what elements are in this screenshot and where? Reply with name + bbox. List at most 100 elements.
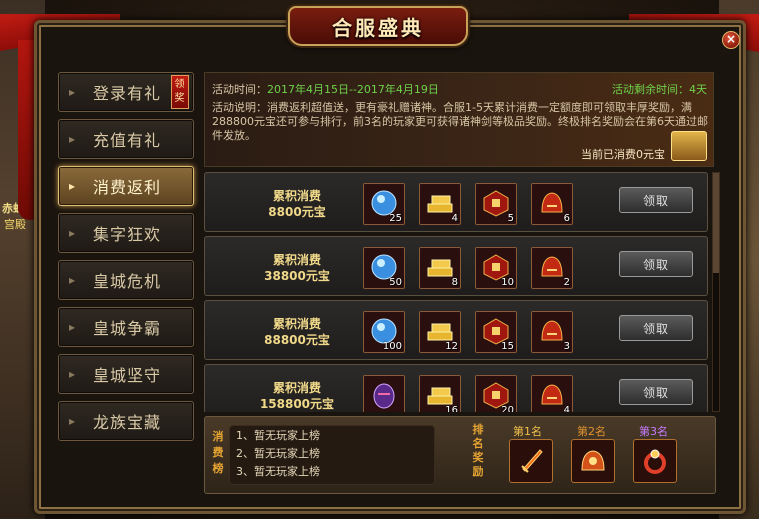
reward-title: 累积消费 [272, 189, 321, 203]
current-spend-label: 当前已消费 [581, 148, 636, 161]
tab-login-gift[interactable]: ▸ 登录有礼 领奖 [58, 72, 194, 112]
tab-spend-rebate[interactable]: ▸ 消费返利 [58, 166, 194, 206]
current-spend-value: 0元宝 [636, 148, 665, 161]
dragon-egg-icon [373, 383, 395, 409]
reward-item[interactable]: 5 [475, 183, 517, 225]
item-count: 16 [445, 405, 458, 412]
remaining-time: 活动剩余时间：4天 [612, 81, 707, 97]
chevron-right-icon: ▸ [69, 367, 77, 381]
event-info-panel: 活动时间：2017年4月15日--2017年4月19日 活动剩余时间：4天 活动… [204, 72, 714, 167]
item-count: 2 [563, 277, 570, 288]
tab-city-crisis[interactable]: ▸ 皇城危机 [58, 260, 194, 300]
item-count: 8 [451, 277, 458, 288]
place-3-reward[interactable] [633, 439, 677, 483]
item-count: 12 [445, 341, 458, 352]
chevron-right-icon: ▸ [69, 226, 77, 240]
reward-title: 累积消费 [272, 253, 321, 267]
tab-city-battle[interactable]: ▸ 皇城争霸 [58, 307, 194, 347]
rank-reward-label: 排名奖励 [472, 423, 484, 478]
tab-label: 消费返利 [93, 178, 162, 197]
tab-label: 登录有礼 [93, 84, 162, 103]
item-count: 3 [563, 341, 570, 352]
item-count: 15 [501, 341, 514, 352]
chevron-right-icon: ▸ [69, 179, 77, 193]
reward-row: 累积消费 8800元宝 25 4 5 6 领取 [204, 172, 708, 232]
reward-item[interactable] [363, 375, 405, 412]
item-count: 10 [501, 277, 514, 288]
red-helmet-icon [541, 256, 563, 277]
reward-item[interactable]: 2 [531, 247, 573, 289]
item-count: 100 [382, 341, 402, 352]
reward-amount: 8800元宝 [268, 205, 326, 219]
reward-item[interactable]: 8 [419, 247, 461, 289]
tab-city-defense[interactable]: ▸ 皇城坚守 [58, 354, 194, 394]
reward-scrollbar[interactable] [712, 172, 720, 412]
tab-label: 皇城坚守 [93, 366, 162, 385]
reward-amount: 88800元宝 [264, 333, 330, 347]
tab-label: 龙族宝藏 [93, 413, 162, 432]
red-box-icon [483, 190, 509, 217]
reward-item[interactable]: 25 [363, 183, 405, 225]
place-2-reward[interactable] [571, 439, 615, 483]
claim-button[interactable]: 领取 [619, 315, 693, 341]
place-1-reward[interactable] [509, 439, 553, 483]
item-count: 6 [563, 213, 570, 224]
reward-item[interactable]: 10 [475, 247, 517, 289]
event-time: 活动时间：2017年4月15日--2017年4月19日 [212, 81, 439, 97]
item-count: 4 [451, 213, 458, 224]
tab-word-collect[interactable]: ▸ 集字狂欢 [58, 213, 194, 253]
chevron-right-icon: ▸ [69, 320, 77, 334]
reward-item[interactable]: 100 [363, 311, 405, 353]
remaining-time-label: 活动剩余时间： [612, 83, 689, 96]
treasure-chest-icon [671, 131, 707, 161]
reward-row: 累积消费 158800元宝 16 20 4 领取 [204, 364, 708, 412]
reward-item[interactable]: 6 [531, 183, 573, 225]
item-count: 20 [501, 405, 514, 412]
reward-item[interactable]: 50 [363, 247, 405, 289]
reward-item[interactable]: 12 [419, 311, 461, 353]
rank-entry: 3、暂无玩家上榜 [236, 465, 320, 478]
spend-rank-label: 消费榜 [212, 430, 224, 475]
reward-item[interactable]: 4 [531, 375, 573, 412]
tab-label: 集字狂欢 [93, 225, 162, 244]
tab-label: 皇城争霸 [93, 319, 162, 338]
red-helmet-icon [541, 320, 563, 341]
tab-dragon-treasure[interactable]: ▸ 龙族宝藏 [58, 401, 194, 441]
reward-item[interactable]: 4 [419, 183, 461, 225]
reward-item[interactable]: 3 [531, 311, 573, 353]
gold-bars-icon [427, 259, 453, 277]
red-helmet-icon [541, 192, 563, 213]
item-count: 25 [389, 213, 402, 224]
claim-button[interactable]: 领取 [619, 379, 693, 405]
sword-icon [521, 449, 543, 473]
place-2-label: 第2名 [577, 425, 606, 438]
reward-title: 累积消费 [272, 317, 321, 331]
reward-item[interactable]: 15 [475, 311, 517, 353]
event-time-value: 2017年4月15日--2017年4月19日 [267, 83, 439, 96]
reward-row: 累积消费 38800元宝 50 8 10 2 领取 [204, 236, 708, 296]
reward-title: 累积消费 [272, 381, 321, 395]
claim-button[interactable]: 领取 [619, 187, 693, 213]
reward-row: 累积消费 88800元宝 100 12 15 3 领取 [204, 300, 708, 360]
chevron-right-icon: ▸ [69, 414, 77, 428]
sidebar: ▸ 登录有礼 领奖 ▸ 充值有礼 ▸ 消费返利 ▸ 集字狂欢 ▸ 皇城危机 ▸ … [58, 72, 198, 448]
tab-label: 充值有礼 [93, 131, 162, 150]
close-button[interactable]: × [722, 31, 740, 49]
current-spend: 当前已消费0元宝 [581, 146, 665, 162]
rank-entry: 1、暂无玩家上榜 [236, 429, 320, 442]
reward-list: 累积消费 8800元宝 25 4 5 6 领取 累积消费 38800元宝 50 … [204, 172, 708, 412]
red-helmet-icon [541, 384, 563, 405]
reward-item[interactable]: 20 [475, 375, 517, 412]
event-time-label: 活动时间： [212, 83, 267, 96]
tab-recharge-gift[interactable]: ▸ 充值有礼 [58, 119, 194, 159]
background-text-2: 宫殿 [4, 218, 26, 231]
claim-badge: 领奖 [171, 75, 189, 109]
event-description: 活动说明：消费返利超值送，更有豪礼赠诸神。合服1-5天累计消费一定额度即可领取丰… [212, 101, 708, 142]
reward-item[interactable]: 16 [419, 375, 461, 412]
chevron-right-icon: ▸ [69, 132, 77, 146]
ranking-panel: 消费榜 1、暂无玩家上榜 2、暂无玩家上榜 3、暂无玩家上榜 排名奖励 第1名 … [204, 416, 716, 494]
scrollbar-thumb[interactable] [713, 173, 719, 273]
claim-button[interactable]: 领取 [619, 251, 693, 277]
title-plate: 合服盛典 [288, 6, 468, 46]
rank-list: 1、暂无玩家上榜 2、暂无玩家上榜 3、暂无玩家上榜 [229, 425, 435, 485]
